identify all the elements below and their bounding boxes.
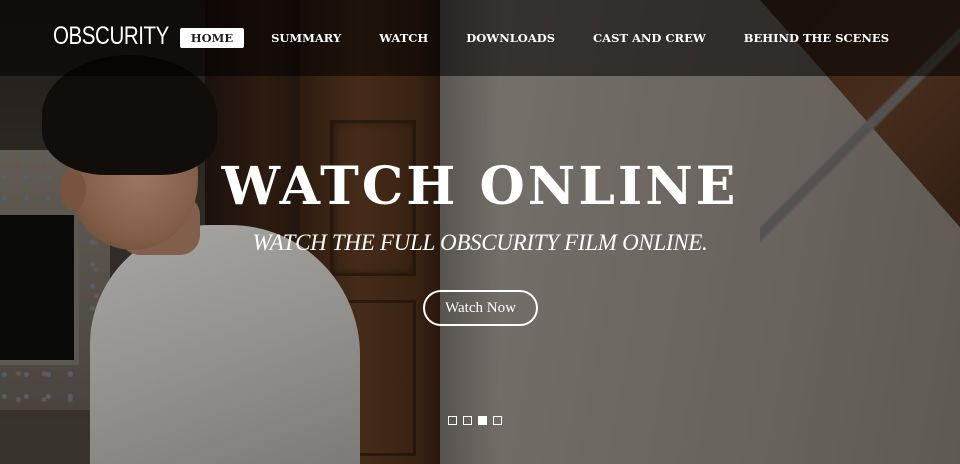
- carousel-indicator-3[interactable]: [478, 416, 487, 425]
- nav-item-cast-and-crew[interactable]: CAST AND CREW: [582, 28, 717, 48]
- carousel-indicators: [448, 416, 502, 425]
- carousel-indicator-2[interactable]: [463, 416, 472, 425]
- hero-carousel: OBSCURITY HOME SUMMARY WATCH DOWNLOADS C…: [0, 0, 960, 464]
- nav-item-home[interactable]: HOME: [179, 28, 245, 48]
- carousel-indicator-1[interactable]: [448, 416, 457, 425]
- nav-item-downloads[interactable]: DOWNLOADS: [455, 28, 566, 48]
- watch-now-button[interactable]: Watch Now: [423, 290, 538, 326]
- carousel-indicator-4[interactable]: [493, 416, 502, 425]
- top-navbar: OBSCURITY HOME SUMMARY WATCH DOWNLOADS C…: [0, 0, 960, 76]
- nav-item-summary[interactable]: SUMMARY: [260, 28, 352, 48]
- hero-heading: WATCH ONLINE: [221, 156, 739, 217]
- main-nav: HOME SUMMARY WATCH DOWNLOADS CAST AND CR…: [170, 28, 900, 48]
- hero-subheading: WATCH THE FULL OBSCURITY FILM ONLINE.: [252, 230, 708, 255]
- brand-logo[interactable]: OBSCURITY: [53, 22, 169, 51]
- nav-item-watch[interactable]: WATCH: [368, 28, 439, 48]
- nav-item-behind-the-scenes[interactable]: BEHIND THE SCENES: [733, 28, 900, 48]
